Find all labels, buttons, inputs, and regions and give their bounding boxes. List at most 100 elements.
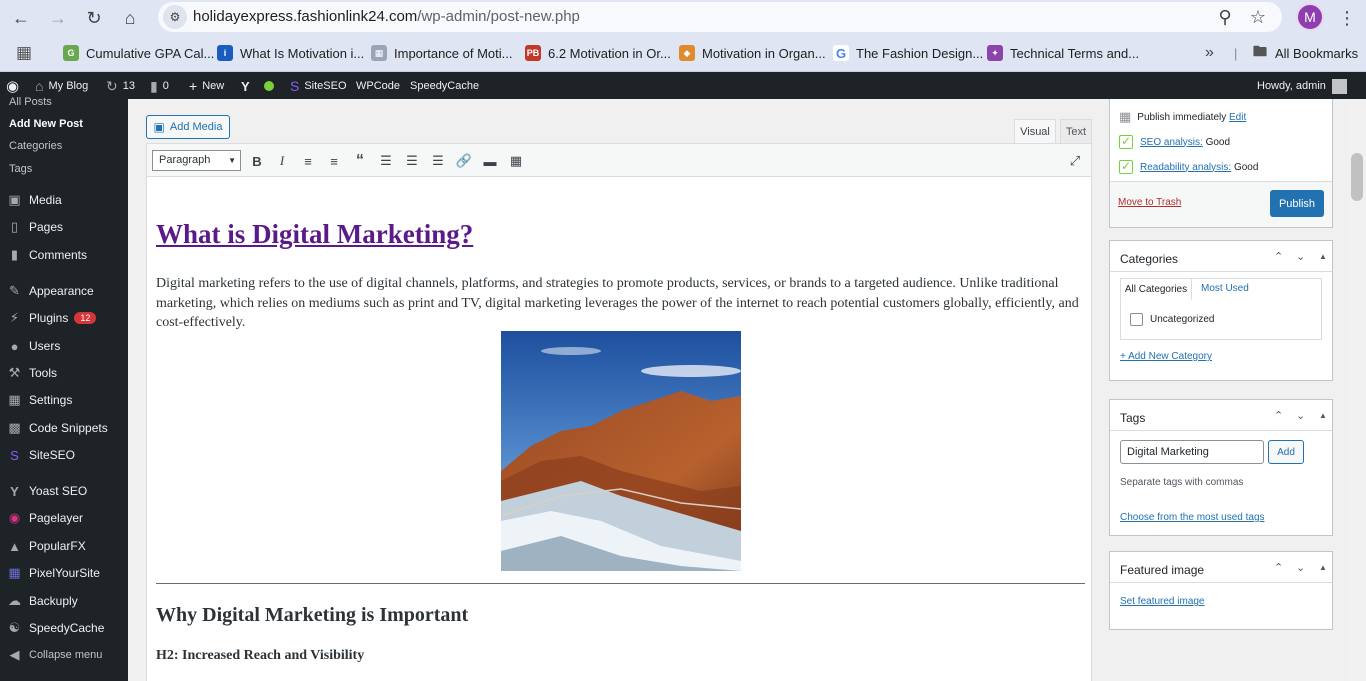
menu-backuply[interactable]: ☁ Backuply — [6, 591, 78, 611]
speedycache-link[interactable]: SpeedyCache — [410, 78, 479, 94]
toolbar-toggle-icon[interactable]: ▦ — [507, 152, 525, 170]
site-name-link[interactable]: ⌂ My Blog — [35, 78, 88, 94]
edit-schedule-link[interactable]: Edit — [1229, 112, 1246, 123]
submenu-tags[interactable]: Tags — [9, 163, 32, 175]
menu-pagelayer[interactable]: ◉ Pagelayer — [6, 508, 83, 528]
toggle-panel-icon[interactable]: ▲ — [1319, 563, 1327, 572]
post-heading[interactable]: What is Digital Marketing? — [156, 219, 473, 250]
publish-button[interactable]: Publish — [1270, 190, 1324, 217]
move-down-icon[interactable]: ⌄ — [1296, 561, 1305, 574]
move-up-icon[interactable]: ⌃ — [1274, 409, 1283, 422]
menu-pages[interactable]: ▯ Pages — [6, 217, 63, 237]
tab-most-used[interactable]: Most Used — [1201, 283, 1249, 294]
star-icon[interactable]: ☆ — [1245, 4, 1271, 30]
zoom-icon[interactable]: ⚲ — [1212, 4, 1238, 30]
forward-arrow-icon[interactable]: → — [45, 5, 71, 31]
editor-content[interactable]: What is Digital Marketing? Digital marke… — [146, 177, 1092, 681]
menu-siteseo[interactable]: S SiteSEO — [6, 445, 75, 465]
all-bookmarks[interactable]: 🖿 All Bookmarks — [1252, 43, 1358, 63]
menu-media[interactable]: ▣ Media — [6, 190, 61, 210]
blockquote-icon[interactable]: “ — [351, 152, 369, 170]
site-info-icon[interactable]: ⚙ — [163, 5, 187, 29]
yoast-icon: Y — [10, 483, 19, 499]
tab-all-categories[interactable]: All Categories — [1120, 278, 1192, 300]
wpcode-link[interactable]: WPCode — [356, 78, 400, 94]
tags-box: Tags ⌃ ⌄ ▲ Digital Marketing Add Separat… — [1109, 399, 1333, 536]
move-up-icon[interactable]: ⌃ — [1274, 561, 1283, 574]
move-down-icon[interactable]: ⌄ — [1296, 250, 1305, 263]
horizontal-rule — [156, 583, 1085, 584]
category-checkbox[interactable] — [1130, 313, 1143, 326]
bookmarks-overflow-icon[interactable]: » — [1205, 43, 1214, 63]
wordpress-logo-icon[interactable]: ◉ — [6, 78, 19, 95]
scrollbar-thumb[interactable] — [1351, 153, 1363, 201]
add-media-button[interactable]: ▣ Add Media — [146, 115, 230, 139]
menu-code-snippets[interactable]: ▩ Code Snippets — [6, 418, 107, 438]
menu-popularfx[interactable]: ▲ PopularFX — [6, 536, 86, 556]
siteseo-link[interactable]: S SiteSEO — [290, 78, 347, 94]
yoast-icon[interactable]: Y — [241, 78, 250, 94]
move-down-icon[interactable]: ⌄ — [1296, 409, 1305, 422]
address-bar[interactable]: ⚙ holidayexpress.fashionlink24.com/wp-ad… — [158, 2, 1282, 32]
menu-settings[interactable]: ▦ Settings — [6, 390, 72, 410]
home-icon[interactable]: ⌂ — [117, 5, 143, 31]
pixel-icon: ▦ — [8, 565, 21, 580]
tab-visual[interactable]: Visual — [1014, 119, 1056, 143]
mountain-image[interactable] — [501, 331, 741, 571]
divider — [1110, 271, 1332, 272]
bookmark-2[interactable]: i What Is Motivation i... — [217, 43, 364, 63]
set-featured-image-link[interactable]: Set featured image — [1120, 596, 1205, 607]
bookmark-4[interactable]: PB 6.2 Motivation in Or... — [525, 43, 671, 63]
choose-tags-link[interactable]: Choose from the most used tags — [1120, 512, 1265, 523]
my-account[interactable]: Howdy, admin — [1257, 78, 1347, 94]
profile-avatar[interactable]: M — [1296, 3, 1324, 31]
toggle-panel-icon[interactable]: ▲ — [1319, 252, 1327, 261]
readability-link[interactable]: Readability analysis: — [1140, 162, 1231, 173]
back-arrow-icon[interactable]: ← — [8, 5, 34, 31]
move-to-trash-link[interactable]: Move to Trash — [1118, 197, 1181, 208]
italic-icon[interactable]: I — [273, 152, 291, 170]
move-up-icon[interactable]: ⌃ — [1274, 250, 1283, 263]
bookmark-6[interactable]: G The Fashion Design... — [833, 43, 983, 63]
menu-yoast-seo[interactable]: Y Yoast SEO — [6, 481, 87, 501]
menu-tools[interactable]: ⚒ Tools — [6, 363, 57, 383]
link-icon[interactable]: 🔗 — [455, 152, 473, 170]
collapse-menu[interactable]: ◀ Collapse menu — [6, 645, 103, 665]
bold-icon[interactable]: B — [248, 152, 266, 170]
align-left-icon[interactable]: ☰ — [377, 152, 395, 170]
apps-grid-icon[interactable]: ▦ — [16, 43, 32, 63]
bullet-list-icon[interactable]: ≡ — [299, 152, 317, 170]
seo-analysis-link[interactable]: SEO analysis: — [1140, 137, 1203, 148]
bookmark-5[interactable]: ◆ Motivation in Organ... — [679, 43, 826, 63]
speedycache-icon: ☯ — [8, 620, 21, 635]
add-new-category-link[interactable]: + Add New Category — [1120, 351, 1212, 362]
bookmark-1[interactable]: G Cumulative GPA Cal... — [63, 43, 214, 63]
read-more-icon[interactable]: ▬ — [481, 152, 499, 170]
bookmark-label: 6.2 Motivation in Or... — [548, 45, 671, 61]
submenu-add-new-post[interactable]: Add New Post — [9, 118, 83, 130]
bookmark-7[interactable]: ✦ Technical Terms and... — [987, 43, 1139, 63]
comments-link[interactable]: ▮ 0 — [150, 78, 169, 94]
menu-pixelyoursite[interactable]: ▦ PixelYourSite — [6, 563, 100, 583]
tab-text[interactable]: Text — [1060, 119, 1092, 143]
menu-appearance[interactable]: ✎ Appearance — [6, 281, 94, 301]
add-tag-button[interactable]: Add — [1268, 440, 1304, 464]
align-right-icon[interactable]: ☰ — [429, 152, 447, 170]
submenu-all-posts[interactable]: All Posts — [9, 96, 52, 108]
menu-plugins[interactable]: ⚡ Plugins 12 — [6, 308, 97, 328]
more-menu-icon[interactable]: ⋮ — [1334, 5, 1360, 31]
numbered-list-icon[interactable]: ≡ — [325, 152, 343, 170]
new-content-link[interactable]: + New — [189, 78, 224, 94]
toggle-panel-icon[interactable]: ▲ — [1319, 411, 1327, 420]
updates-link[interactable]: ↻ 13 — [106, 78, 135, 94]
reload-icon[interactable]: ↻ — [81, 5, 107, 31]
menu-users[interactable]: ● Users — [6, 336, 61, 356]
tag-input[interactable]: Digital Marketing — [1120, 440, 1264, 464]
menu-comments[interactable]: ▮ Comments — [6, 245, 87, 265]
bookmark-3[interactable]: ▦ Importance of Moti... — [371, 43, 513, 63]
format-select[interactable]: Paragraph ▼ — [152, 150, 241, 171]
align-center-icon[interactable]: ☰ — [403, 152, 421, 170]
fullscreen-icon[interactable]: ⤢ — [1066, 152, 1084, 170]
menu-speedycache[interactable]: ☯ SpeedyCache — [6, 618, 105, 638]
submenu-categories[interactable]: Categories — [9, 140, 62, 152]
